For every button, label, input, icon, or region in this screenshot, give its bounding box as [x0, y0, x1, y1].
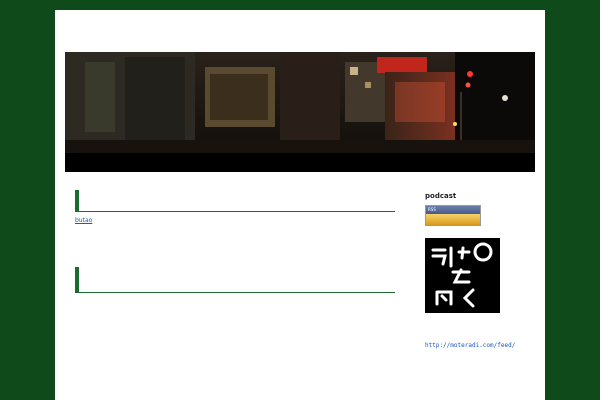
- podcast-heading: podcast: [425, 192, 457, 200]
- page-container: butao podcast RSS http://moteradi.com/fe…: [55, 10, 545, 400]
- url-note: [425, 323, 535, 341]
- paragraph-2: [75, 328, 395, 341]
- sidebar-link-2[interactable]: [425, 375, 535, 384]
- nav-item-3[interactable]: [89, 153, 101, 172]
- nav-item-5[interactable]: [113, 153, 125, 172]
- header-image: [65, 52, 535, 153]
- nav-item-8[interactable]: [149, 153, 161, 172]
- podcast-subscribe-badge[interactable]: RSS: [425, 205, 481, 226]
- entry-author-link[interactable]: butao: [75, 217, 92, 224]
- sidebar-link-3[interactable]: [425, 392, 535, 400]
- sidebar: podcast RSS http://moteradi.com/feed/: [425, 192, 535, 400]
- section-title: [75, 267, 395, 293]
- main-content: butao: [75, 190, 395, 400]
- nav-item-7[interactable]: [137, 153, 149, 172]
- entry-link[interactable]: [75, 239, 395, 249]
- sidebar-link-1[interactable]: [425, 358, 535, 367]
- nav-item-2[interactable]: [77, 153, 89, 172]
- main-nav: [65, 153, 535, 172]
- paragraph-3: [75, 352, 395, 378]
- paragraph-4: [75, 389, 395, 400]
- radio-logo-drawing: [425, 238, 500, 313]
- badge-rss-label: RSS: [426, 206, 480, 214]
- nav-item-home[interactable]: [65, 153, 77, 172]
- badge-subscribe-label: [426, 214, 480, 225]
- radio-logo-image[interactable]: [425, 238, 500, 313]
- entry-meta: butao: [75, 217, 395, 225]
- nav-item-6[interactable]: [125, 153, 137, 172]
- night-street-photo: [65, 52, 535, 153]
- entry-title[interactable]: [75, 190, 395, 212]
- feed-url-link[interactable]: http://moteradi.com/feed/: [425, 341, 535, 350]
- nav-item-9[interactable]: [161, 153, 173, 172]
- nav-item-4[interactable]: [101, 153, 113, 172]
- paragraph-1: [75, 304, 395, 317]
- nav-item-10[interactable]: [173, 153, 185, 172]
